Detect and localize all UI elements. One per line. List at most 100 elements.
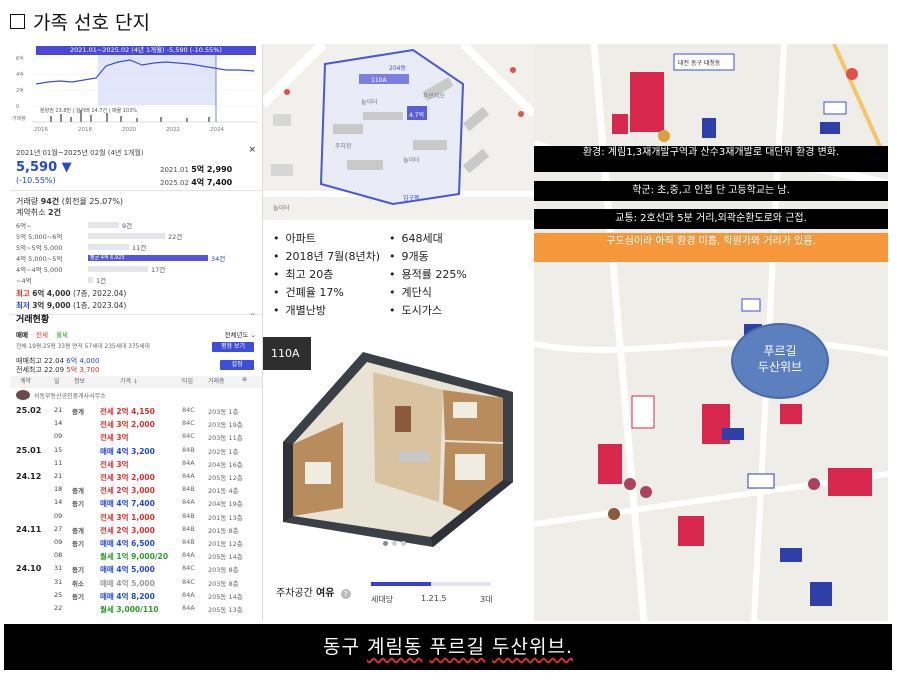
price-panel: 6억 4억 2억 0 거래량 분양권 23.8만 | 실거래 14.7건 | 매… — [10, 44, 263, 621]
cell-d: 09 — [54, 432, 63, 441]
complex-map-svg: 204동 110A 4.7억 놀이터 놀이터 주차장 입구쪽 푸르지오 놀이터 — [263, 44, 534, 220]
table-row[interactable]: 24.11 27 중개 전세 2억 3,000 84B 201동 8층 — [10, 525, 262, 537]
histogram-row: ~4억 1건 — [16, 276, 107, 285]
x-tick: 2022 — [166, 127, 180, 133]
histogram-bar — [88, 265, 148, 272]
cell-d: 09 — [54, 538, 63, 546]
table-row[interactable]: 14 전세 3억 2,000 84C 203동 19층 — [10, 419, 262, 431]
cell-type: 84C — [182, 419, 195, 428]
cell-type: 84B — [182, 538, 195, 546]
cell-price: 매매 4억 7,400 — [100, 499, 155, 509]
table-row[interactable]: 25.01 15 매매 4억 3,200 84B 202동 1층 — [10, 445, 262, 458]
table-row[interactable]: 22 월세 3,000/110 84A 205동 13층 — [10, 604, 262, 616]
histogram-row: 4억 5,000~5억 평균 4억 6,923 34건 — [16, 254, 226, 263]
x-tick: 2018 — [78, 127, 92, 133]
cell-floor: 203동 1층 — [208, 408, 239, 416]
tab-sale[interactable]: 매매 — [16, 329, 28, 339]
cell-info: 중개 — [72, 526, 84, 535]
map-label: 놀이터 — [361, 98, 378, 106]
help-icon[interactable]: ? — [340, 589, 351, 599]
table-row[interactable]: 18 중개 전세 2억 3,000 84B 201동 4층 — [10, 485, 262, 497]
carousel-dot[interactable] — [401, 541, 406, 546]
close-icon[interactable]: × — [248, 145, 256, 155]
table-row[interactable]: 25 등기 매매 4억 8,200 84A 205동 14층 — [10, 591, 262, 603]
table-row[interactable]: 31 취소 매매 4억 5,000 84C 203동 8층 — [10, 577, 262, 590]
deal-type-tabs: 매매 전세 월세 — [16, 329, 68, 339]
info-item: 도시가스 — [389, 302, 442, 318]
cell-type: 84A — [182, 604, 195, 612]
cell-info: 중개 — [72, 487, 84, 496]
table-row[interactable]: 09 전세 3억 84C 203동 11층 — [10, 432, 262, 444]
view-area-button[interactable]: 평형 보기 — [212, 342, 254, 352]
year-filter[interactable]: 전체년도 ⌄ — [225, 329, 256, 339]
cell-floor: 203동 8층 — [208, 579, 239, 588]
cell-price: 전세 2억 4,150 — [100, 407, 155, 416]
tab-monthly[interactable]: 월세 — [56, 329, 68, 339]
floorplan-viewer[interactable]: 110A — [263, 332, 534, 554]
cell-info: 중개 — [72, 408, 84, 416]
cell-type: 84B — [182, 445, 195, 454]
map-location-chip: 대전 동구 대청동 — [678, 59, 721, 67]
cell-ym: 25.02 — [16, 406, 42, 415]
area-map-svg: 대전 동구 대청동 — [534, 44, 888, 621]
histogram-bar — [88, 243, 129, 250]
cell-ym: 24.12 — [16, 472, 42, 481]
cell-d: 21 — [54, 472, 63, 480]
area-map[interactable]: 대전 동구 대청동 — [534, 44, 888, 621]
range-from: 2021.01 5억 2,990 — [160, 165, 233, 174]
cell-type: 84A — [182, 472, 195, 480]
info-item: 용적률 225% — [389, 266, 467, 282]
histogram-row: 5억 5,000~6억 22건 — [16, 232, 183, 241]
price-change-value: 5,590 ▼ — [16, 160, 72, 175]
cell-floor: 205동 12층 — [208, 474, 243, 482]
cell-type: 84B — [182, 485, 195, 494]
cell-floor: 205동 13층 — [208, 606, 243, 614]
y-tick: 6억 — [16, 55, 24, 62]
cell-info: 등기 — [72, 500, 84, 509]
cell-floor: 203동 8층 — [208, 566, 239, 575]
info-item: 2018년 7월(8년차) — [273, 248, 381, 264]
area-filter[interactable]: 전체 19평 25평 33평 면적 57세대 235세대 375세대 — [16, 341, 186, 350]
table-row[interactable]: 24.10 31 등기 매매 4억 5,000 84C 203동 8층 — [10, 564, 262, 576]
settings-button[interactable]: 설정 — [220, 360, 254, 370]
table-header: 계약 일 정보 가격 ↓ 타입 거래층 ⊕ — [10, 376, 262, 388]
cell-type: 84A — [182, 551, 195, 560]
cancel-count: 계약취소 2건 — [16, 208, 61, 217]
table-row[interactable]: 09 등기 매매 4억 6,500 84B 201동 12층 — [10, 538, 262, 550]
environment-note: 환경: 계림1,3재개발구역과 산수3재개발로 대단위 환경 변화. — [534, 146, 888, 172]
cell-floor: 201동 4층 — [208, 487, 239, 496]
cell-ym: 25.01 — [16, 445, 42, 455]
cell-d: 22 — [54, 604, 63, 612]
table-row[interactable]: 24.12 21 전세 3억 2,000 84A 205동 12층 — [10, 472, 262, 484]
map-label: 204동 — [389, 65, 406, 72]
cell-price: 전세 3억 — [100, 459, 129, 469]
table-row[interactable]: 11 전세 3억 84A 204동 16층 — [10, 459, 262, 471]
info-item: 9개동 — [389, 248, 429, 264]
parking-bar-fill — [371, 582, 431, 586]
y-tick: 2억 — [16, 87, 24, 94]
y-tick: 4억 — [16, 71, 24, 78]
cell-type: 84C — [182, 406, 195, 414]
cell-type: 84C — [182, 577, 195, 586]
x-tick: 2024 — [210, 127, 224, 133]
table-row[interactable]: 08 월세 1억 9,000/20 84A 205동 14층 — [10, 551, 262, 563]
carousel-dot[interactable] — [383, 541, 388, 546]
agency-row[interactable]: 서동부동산공인중개사사무소 — [16, 390, 106, 400]
tab-jeonse[interactable]: 전세 — [36, 329, 48, 339]
max-jeonse-row: 전세최고 22.09 5억 3,700 — [16, 366, 100, 374]
map-label: 주차장 — [335, 142, 352, 150]
complex-bubble[interactable]: 푸르길 두산위브 — [731, 323, 829, 399]
cell-price: 전세 3억 2,000 — [100, 473, 155, 482]
table-row[interactable]: 14 등기 매매 4억 7,400 84A 204동 19층 — [10, 498, 262, 510]
collapse-icon[interactable]: ⌃ — [249, 312, 256, 321]
table-row[interactable]: 09 전세 3억 1,000 84B 201동 13층 — [10, 512, 262, 524]
parking-bar — [371, 582, 491, 586]
carousel-dot[interactable] — [392, 541, 397, 546]
cell-price: 전세 3억 1,000 — [100, 512, 155, 522]
chart-legend: 분양권 23.8만 | 실거래 14.7건 | 매물 103% — [40, 107, 137, 114]
table-row[interactable]: 25.02 21 중개 전세 2억 4,150 84C 203동 1층 — [10, 406, 262, 418]
price-chart: 6억 4억 2억 0 거래량 분양권 23.8만 | 실거래 14.7건 | 매… — [10, 44, 262, 136]
chart-period-header: 2021.01~2025.02 (4년 1개월) -5,590 (-10.55%… — [36, 46, 256, 55]
complex-map[interactable]: 204동 110A 4.7억 놀이터 놀이터 주차장 입구쪽 푸르지오 놀이터 — [263, 44, 534, 220]
range-to: 2025.02 4억 7,400 — [160, 178, 233, 187]
